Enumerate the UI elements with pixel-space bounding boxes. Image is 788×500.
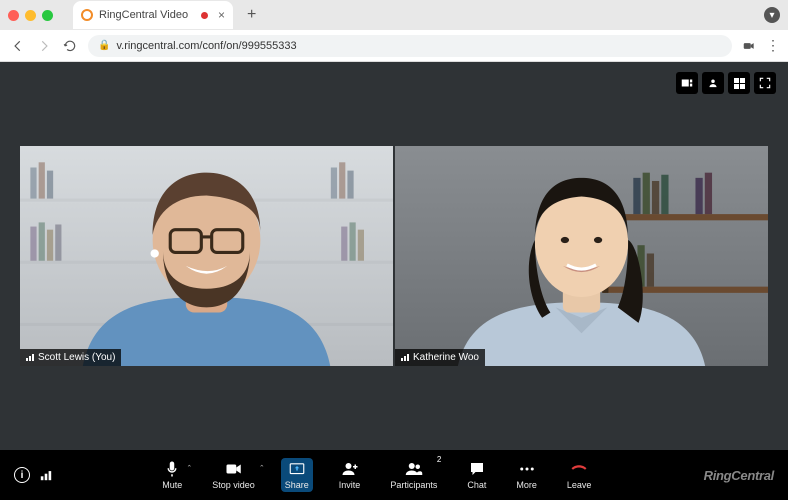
signal-icon bbox=[26, 353, 34, 361]
gallery-view-button[interactable] bbox=[728, 72, 750, 94]
filmstrip-view-button[interactable] bbox=[676, 72, 698, 94]
forward-button[interactable] bbox=[36, 38, 52, 54]
fullscreen-button[interactable] bbox=[754, 72, 776, 94]
video-stage: Scott Lewis (You) bbox=[0, 62, 788, 450]
caret-icon: ⌃ bbox=[259, 464, 265, 472]
caret-icon: ⌃ bbox=[186, 464, 192, 472]
participants-button[interactable]: 2 Participants bbox=[386, 458, 441, 492]
tab-close-icon[interactable]: × bbox=[218, 8, 225, 22]
new-tab-button[interactable]: + bbox=[247, 6, 256, 24]
more-label: More bbox=[516, 480, 537, 490]
participant-name-tag: Katherine Woo bbox=[395, 349, 485, 366]
video-tiles: Scott Lewis (You) bbox=[20, 146, 768, 365]
more-icon bbox=[518, 460, 536, 478]
chat-icon bbox=[468, 460, 486, 478]
share-label: Share bbox=[285, 480, 309, 490]
brand-logo: RingCentral bbox=[704, 468, 774, 483]
camera-permission-icon[interactable] bbox=[742, 39, 756, 53]
stop-video-button[interactable]: ⌃ Stop video bbox=[208, 458, 259, 492]
signal-icon bbox=[401, 353, 409, 361]
url-text: v.ringcentral.com/conf/on/999555333 bbox=[116, 40, 296, 52]
address-row: 🔒 v.ringcentral.com/conf/on/999555333 ⋮ bbox=[0, 30, 788, 62]
speaker-view-button[interactable] bbox=[702, 72, 724, 94]
window-close-dot[interactable] bbox=[8, 10, 19, 21]
mute-label: Mute bbox=[162, 480, 182, 490]
bottom-toolbar: i ⌃ Mute ⌃ Stop video Share Invite bbox=[0, 450, 788, 500]
video-feed bbox=[20, 146, 393, 365]
profile-avatar-icon[interactable]: ▾ bbox=[764, 7, 780, 23]
window-zoom-dot[interactable] bbox=[42, 10, 53, 21]
lock-icon: 🔒 bbox=[98, 40, 110, 51]
camera-icon bbox=[225, 460, 243, 478]
view-controls bbox=[676, 72, 776, 94]
invite-button[interactable]: Invite bbox=[335, 458, 365, 492]
meeting-info-button[interactable]: i bbox=[14, 467, 30, 483]
participant-name: Katherine Woo bbox=[413, 352, 479, 363]
recording-indicator-icon bbox=[201, 12, 208, 19]
participants-icon bbox=[405, 460, 423, 478]
invite-icon bbox=[341, 460, 359, 478]
back-button[interactable] bbox=[10, 38, 26, 54]
reload-button[interactable] bbox=[62, 38, 78, 54]
participant-tile[interactable]: Katherine Woo bbox=[395, 146, 768, 365]
main-toolbar: ⌃ Mute ⌃ Stop video Share Invite 2 Parti… bbox=[50, 458, 704, 492]
leave-button[interactable]: Leave bbox=[563, 458, 596, 492]
video-feed bbox=[395, 146, 768, 365]
participant-name: Scott Lewis (You) bbox=[38, 352, 115, 363]
tab-title: RingCentral Video bbox=[99, 9, 188, 21]
video-app: Scott Lewis (You) bbox=[0, 62, 788, 500]
share-button[interactable]: Share bbox=[281, 458, 313, 492]
participant-tile[interactable]: Scott Lewis (You) bbox=[20, 146, 393, 365]
address-bar[interactable]: 🔒 v.ringcentral.com/conf/on/999555333 bbox=[88, 35, 732, 57]
window-minimize-dot[interactable] bbox=[25, 10, 36, 21]
chat-label: Chat bbox=[467, 480, 486, 490]
microphone-icon bbox=[163, 460, 181, 478]
participant-name-tag: Scott Lewis (You) bbox=[20, 349, 121, 366]
favicon-icon bbox=[81, 9, 93, 21]
network-quality-icon[interactable] bbox=[41, 470, 51, 480]
mute-button[interactable]: ⌃ Mute bbox=[158, 458, 186, 492]
participants-count-badge: 2 bbox=[437, 455, 441, 464]
participants-label: Participants bbox=[390, 480, 437, 490]
browser-tab[interactable]: RingCentral Video × bbox=[73, 1, 233, 29]
invite-label: Invite bbox=[339, 480, 361, 490]
chat-button[interactable]: Chat bbox=[463, 458, 490, 492]
stop-video-label: Stop video bbox=[212, 480, 255, 490]
browser-menu-button[interactable]: ⋮ bbox=[766, 37, 778, 54]
more-button[interactable]: More bbox=[512, 458, 541, 492]
share-screen-icon bbox=[288, 460, 306, 478]
browser-chrome: RingCentral Video × + ▾ 🔒 v.ringcentral.… bbox=[0, 0, 788, 62]
hangup-icon bbox=[570, 460, 588, 478]
leave-label: Leave bbox=[567, 480, 592, 490]
tab-strip: RingCentral Video × + ▾ bbox=[0, 0, 788, 30]
